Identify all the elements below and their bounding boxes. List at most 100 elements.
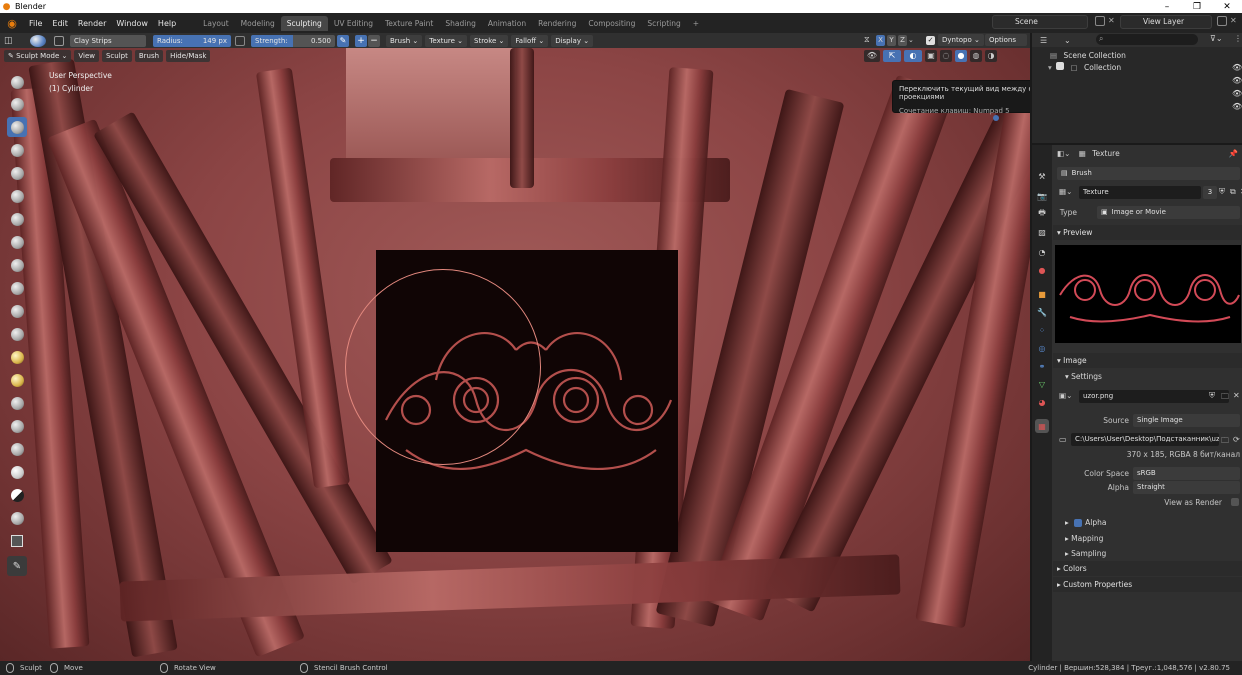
menu-window[interactable]: Window <box>111 19 153 28</box>
texture-context-dropdown[interactable]: ▤ Brush <box>1057 167 1240 180</box>
fill-tool[interactable] <box>7 278 27 298</box>
mask-tool[interactable] <box>7 485 27 505</box>
output-tab-icon[interactable]: 🖶 <box>1035 207 1049 221</box>
reload-image-icon[interactable]: ⟳ <box>1233 435 1240 444</box>
data-tab-icon[interactable]: ▽ <box>1035 377 1049 391</box>
box-hide-tool[interactable] <box>7 531 27 551</box>
menu-sculpt[interactable]: Sculpt <box>101 50 132 62</box>
image-browse-icon[interactable]: ▣⌄ <box>1059 391 1072 400</box>
editor-type-icon[interactable]: ◫ <box>4 36 20 46</box>
physics-tab-icon[interactable]: ◎ <box>1035 341 1049 355</box>
image-section-header[interactable]: ▾ Image <box>1053 353 1242 368</box>
outliner-row-collection[interactable]: ▾ ▢ Collection <box>1032 62 1242 74</box>
image-fake-user-icon[interactable]: ⛨ <box>1209 391 1215 401</box>
texture-browse-icon[interactable]: ▦⌄ <box>1059 187 1072 196</box>
box-mask-tool[interactable] <box>7 508 27 528</box>
properties-editor-icon[interactable]: ◧⌄ <box>1057 149 1070 158</box>
display-dropdown[interactable]: Display ⌄ <box>551 34 594 47</box>
object-tab-icon[interactable]: ■ <box>1035 287 1049 301</box>
tool-tab-icon[interactable]: ⚒ <box>1035 169 1049 183</box>
color-space-dropdown[interactable]: sRGB <box>1133 467 1240 480</box>
overlays-toggle-icon[interactable]: ◐ <box>904 50 922 62</box>
add-workspace-button[interactable]: + <box>687 16 705 31</box>
add-direction-button[interactable]: + <box>355 34 367 47</box>
brush-name-field[interactable]: Clay Strips <box>70 34 146 47</box>
wireframe-shading-icon[interactable]: ◌ <box>940 50 952 62</box>
outliner-options-icon[interactable]: ⋮ <box>1234 34 1242 43</box>
falloff-dropdown[interactable]: Falloff ⌄ <box>511 34 549 47</box>
outliner-editor-type-icon[interactable]: ☰ <box>1040 36 1056 45</box>
particles-tab-icon[interactable]: ⁘ <box>1035 323 1049 337</box>
expand-arrow-icon[interactable]: ▾ <box>1048 63 1052 72</box>
new-view-layer-icon[interactable] <box>1217 16 1227 26</box>
alpha-checkbox[interactable] <box>1074 519 1083 527</box>
material-tab-icon[interactable]: ◕ <box>1035 395 1049 409</box>
view-as-render-checkbox[interactable] <box>1231 498 1239 506</box>
simplify-tool[interactable] <box>7 462 27 482</box>
tab-shading[interactable]: Shading <box>439 16 481 31</box>
delete-view-layer-icon[interactable]: ✕ <box>1230 16 1238 26</box>
nudge-tool[interactable] <box>7 416 27 436</box>
texture-name-field[interactable]: Texture <box>1079 186 1201 199</box>
blob-tool[interactable] <box>7 186 27 206</box>
object-eye-icon[interactable]: 👁 <box>1232 102 1242 111</box>
menu-view[interactable]: View <box>74 50 99 62</box>
blender-menu-icon[interactable]: ◉ <box>4 15 20 31</box>
radius-field[interactable]: Radius: 149 px <box>153 34 231 47</box>
maximize-button[interactable]: ❐ <box>1182 0 1212 13</box>
alpha-mode-dropdown[interactable]: Straight <box>1133 481 1240 494</box>
mirror-y-toggle[interactable]: Y <box>887 35 896 46</box>
navigation-gizmo-dot[interactable] <box>993 115 999 121</box>
symmetry-dropdown-icon[interactable]: ⌄ <box>908 35 917 46</box>
texture-users-count[interactable]: 3 <box>1203 186 1217 199</box>
tab-animation[interactable]: Animation <box>482 16 532 31</box>
menu-brush[interactable]: Brush <box>134 50 164 62</box>
texture-tab-icon[interactable]: ▦ <box>1035 419 1049 433</box>
filepath-field[interactable]: C:\Users\User\Desktop\Подстаканник\uz... <box>1071 433 1219 446</box>
3d-viewport[interactable]: ✎ Sculpt Mode ⌄ View Sculpt Brush Hide/M… <box>0 48 1030 661</box>
filter-icon[interactable]: ⊽⌄ <box>1210 34 1223 43</box>
sampling-subsection-header[interactable]: ▸ Sampling <box>1053 547 1242 560</box>
grab-tool[interactable] <box>7 347 27 367</box>
scene-selector[interactable]: Scene <box>992 15 1088 29</box>
tab-compositing[interactable]: Compositing <box>582 16 641 31</box>
menu-edit[interactable]: Edit <box>47 19 73 28</box>
tab-scripting[interactable]: Scripting <box>641 16 686 31</box>
collection-checkbox[interactable] <box>1056 62 1065 70</box>
tab-rendering[interactable]: Rendering <box>532 16 582 31</box>
alpha-subsection-header[interactable]: ▸ Alpha <box>1053 516 1242 529</box>
close-button[interactable]: ✕ <box>1212 0 1242 13</box>
collection-eye-icon[interactable]: 👁 <box>1232 63 1242 72</box>
snake-hook-tool[interactable] <box>7 370 27 390</box>
browse-file-icon[interactable]: 🗀 <box>1221 435 1229 449</box>
clay-strips-tool[interactable] <box>7 117 27 137</box>
flatten-tool[interactable] <box>7 255 27 275</box>
custom-properties-section-header[interactable]: ▸ Custom Properties <box>1053 577 1242 592</box>
settings-subsection-header[interactable]: ▾ Settings <box>1053 370 1242 383</box>
fake-user-icon[interactable]: ⛨ <box>1219 187 1225 197</box>
thumb-tool[interactable] <box>7 393 27 413</box>
dyntopo-dropdown[interactable]: Dyntopo ⌄ <box>938 34 984 46</box>
menu-hide-mask[interactable]: Hide/Mask <box>166 50 211 62</box>
mapping-subsection-header[interactable]: ▸ Mapping <box>1053 532 1242 545</box>
strength-field[interactable]: Strength: 0.500 <box>251 34 335 47</box>
new-scene-icon[interactable] <box>1095 16 1105 26</box>
open-image-icon[interactable]: 🗀 <box>1221 391 1229 405</box>
modifiers-tab-icon[interactable]: 🔧 <box>1035 305 1049 319</box>
options-dropdown[interactable]: Options ⌄ <box>985 34 1027 56</box>
tab-layout[interactable]: Layout <box>197 16 235 31</box>
object-visibility-icon[interactable]: 👁 <box>864 50 880 62</box>
tab-texture-paint[interactable]: Texture Paint <box>379 16 439 31</box>
solid-shading-icon[interactable]: ● <box>955 50 967 62</box>
rendered-shading-icon[interactable]: ◑ <box>985 50 997 62</box>
layer-tool[interactable] <box>7 140 27 160</box>
mirror-z-toggle[interactable]: Z <box>898 35 907 46</box>
inflate-tool[interactable] <box>7 163 27 183</box>
duplicate-texture-icon[interactable]: ⧉ <box>1230 187 1236 197</box>
render-tab-icon[interactable]: 📷 <box>1035 189 1049 203</box>
mode-selector[interactable]: ✎ Sculpt Mode ⌄ <box>4 50 72 62</box>
source-dropdown[interactable]: Single Image <box>1133 414 1240 427</box>
menu-file[interactable]: File <box>24 19 47 28</box>
object-eye-icon[interactable]: 👁 <box>1232 76 1242 85</box>
tab-modeling[interactable]: Modeling <box>235 16 281 31</box>
